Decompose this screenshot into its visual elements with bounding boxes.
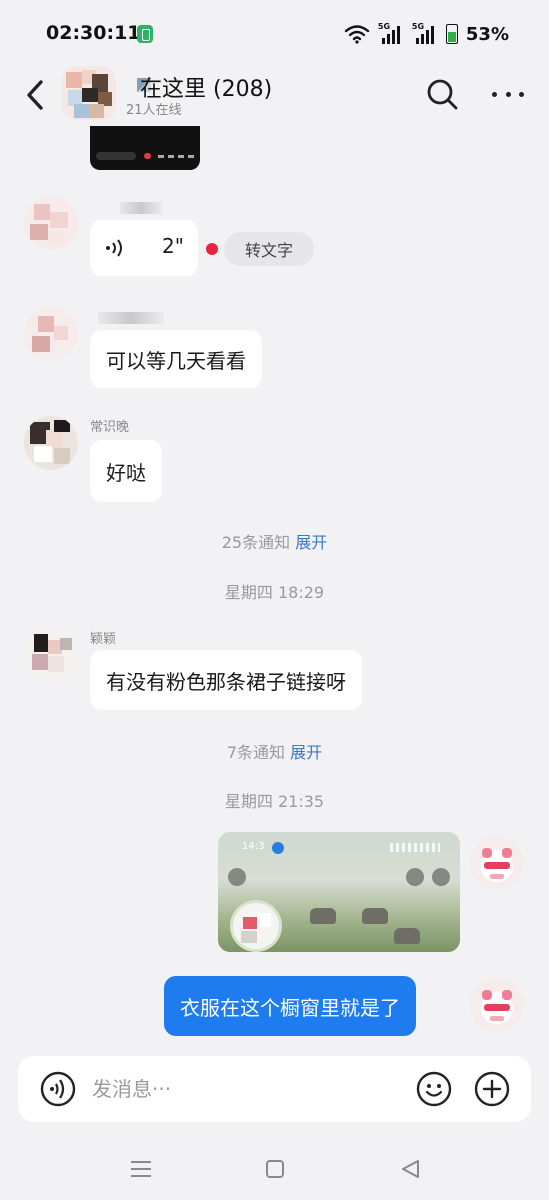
image-more-icon: [432, 868, 450, 886]
home-icon: [266, 1160, 284, 1178]
my-avatar[interactable]: [470, 836, 524, 890]
wifi-icon: [344, 25, 370, 44]
system-nav-bar: [0, 1136, 549, 1200]
avatar[interactable]: [24, 416, 78, 470]
notification-count: 7条通知: [226, 743, 286, 762]
voice-icon: [40, 1071, 76, 1107]
text-message[interactable]: 有没有粉色那条裙子链接呀: [90, 650, 362, 710]
location-icon: [272, 842, 284, 854]
nav-home-button[interactable]: [260, 1154, 290, 1184]
emoji-icon: [416, 1071, 452, 1107]
unread-dot: [206, 243, 218, 255]
battery-percent: 53%: [465, 23, 509, 45]
image-message-partial[interactable]: [90, 126, 200, 170]
image-avatar: [230, 900, 282, 952]
plus-icon: [474, 1071, 510, 1107]
timestamp: 星期四 21:35: [224, 792, 325, 811]
chat-header: 在这里 (208) 21人在线: [0, 66, 549, 126]
sender-name: 常识晚: [90, 420, 130, 435]
avatar-image: [24, 416, 78, 470]
avatar[interactable]: [24, 306, 78, 360]
transcribe-button[interactable]: 转文字: [224, 232, 314, 266]
outgoing-text-message[interactable]: 衣服在这个橱窗里就是了: [164, 976, 416, 1036]
avatar-image: [470, 978, 524, 1032]
voice-duration: 2": [162, 234, 184, 258]
text-message[interactable]: 好哒: [90, 440, 162, 502]
battery-icon: [445, 24, 458, 44]
signal-icon-2: 5G: [412, 22, 438, 44]
avatar-image: [24, 306, 78, 360]
back-arrow-icon: [27, 80, 43, 110]
search-button[interactable]: [426, 78, 458, 110]
voice-message[interactable]: 2": [90, 220, 198, 276]
voice-input-button[interactable]: [40, 1071, 76, 1107]
sender-name: 颖颖: [90, 632, 117, 647]
search-icon: [427, 79, 458, 110]
my-avatar[interactable]: [470, 978, 524, 1032]
image-message[interactable]: 14:3: [218, 832, 460, 952]
notification-summary: 25条通知 展开: [0, 529, 549, 553]
status-bar: 02:30:11 5G 5G 53%: [0, 0, 549, 66]
avatar[interactable]: [24, 196, 78, 250]
status-indicators: 5G 5G 53%: [344, 20, 509, 48]
image-search-icon: [406, 868, 424, 886]
signal-icon-1: 5G: [378, 22, 404, 44]
image-status-time: 14:3: [242, 841, 265, 852]
avatar-image: [24, 628, 78, 682]
message-input[interactable]: [92, 1072, 412, 1106]
app-notification-icon: [137, 25, 153, 43]
nav-menu-button[interactable]: [126, 1154, 156, 1184]
back-button[interactable]: [20, 78, 50, 112]
image-back-icon: [228, 868, 246, 886]
avatar-image: [24, 196, 78, 250]
notification-count: 25条通知: [221, 533, 291, 552]
more-icon: [492, 91, 497, 97]
group-avatar[interactable]: [62, 66, 116, 120]
message-input-bar: [18, 1056, 531, 1122]
menu-icon: [131, 1161, 151, 1177]
avatar[interactable]: [24, 628, 78, 682]
nav-back-button[interactable]: [396, 1154, 426, 1184]
sender-name-blur: [98, 312, 164, 324]
back-icon: [402, 1160, 419, 1178]
more-actions-button[interactable]: [474, 1071, 510, 1107]
expand-link[interactable]: 展开: [295, 533, 327, 552]
voice-wave-icon: [106, 239, 122, 257]
online-count: 21人在线: [126, 103, 182, 118]
status-time: 02:30:11: [46, 22, 141, 44]
sender-name-blur: [120, 202, 162, 214]
timestamp: 星期四 18:29: [224, 583, 325, 602]
avatar-image: [470, 836, 524, 890]
more-button[interactable]: [492, 80, 524, 108]
chat-screen: 02:30:11 5G 5G 53% 在这里 (208) 21人在线 2" 转文…: [0, 0, 549, 1200]
expand-link[interactable]: 展开: [290, 743, 322, 762]
emoji-button[interactable]: [416, 1071, 452, 1107]
notification-summary: 7条通知 展开: [0, 739, 549, 763]
message-list[interactable]: 2" 转文字 可以等几天看看 常识晚 好哒 25条通知 展开 星期四 18:29…: [0, 126, 549, 1056]
text-message[interactable]: 可以等几天看看: [90, 330, 262, 388]
